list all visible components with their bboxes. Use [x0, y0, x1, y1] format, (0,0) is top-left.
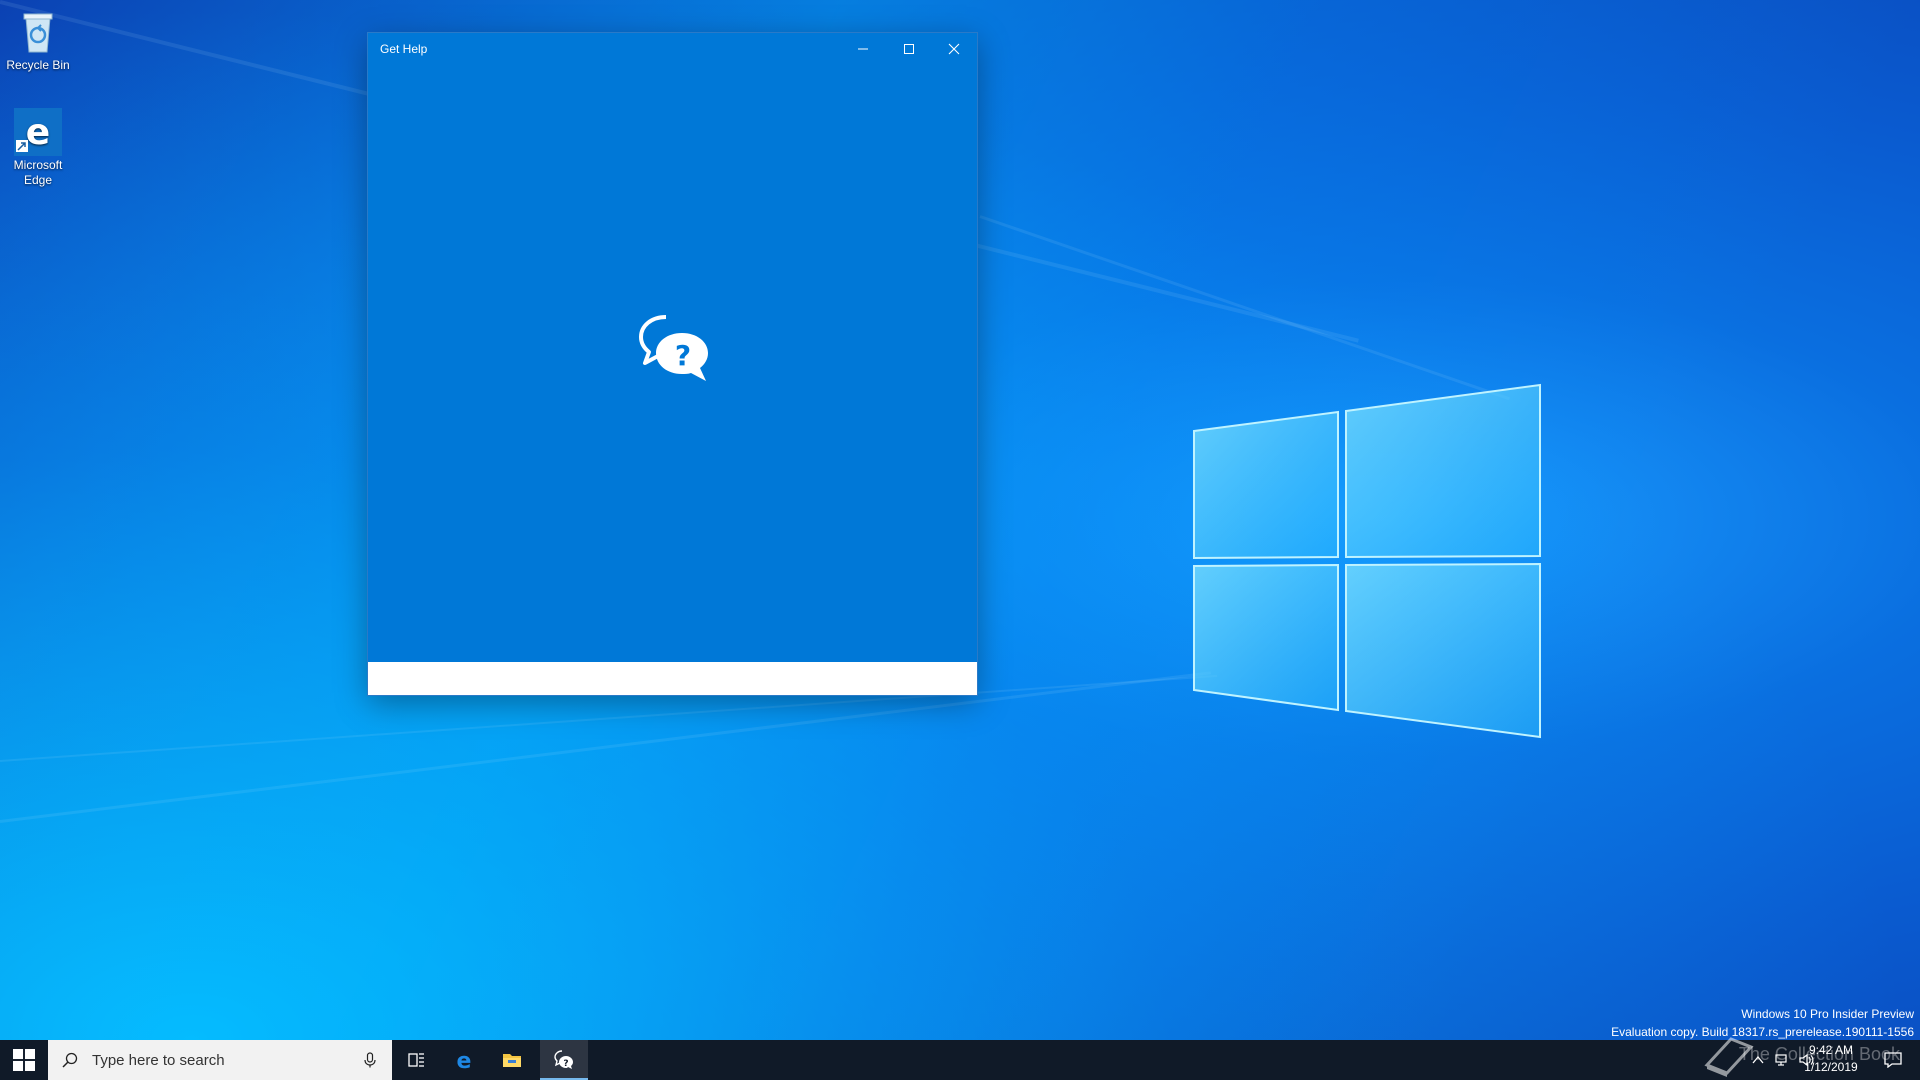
get-help-window[interactable]: Get Help ? [368, 33, 977, 695]
windows-logo-wallpaper [1190, 383, 1550, 745]
start-button[interactable] [0, 1040, 48, 1080]
chevron-up-icon[interactable] [1750, 1052, 1766, 1068]
window-titlebar[interactable]: Get Help [368, 33, 977, 65]
edge-icon: e [457, 1049, 472, 1071]
taskbar: e ? [0, 1040, 1920, 1080]
clock-date: 1/12/2019 [1804, 1060, 1858, 1074]
svg-text:e: e [26, 112, 50, 153]
desktop-icon-recycle-bin[interactable]: Recycle Bin [0, 8, 76, 73]
maximize-button[interactable] [886, 33, 932, 65]
taskbar-edge-button[interactable]: e [440, 1040, 488, 1080]
windows-start-icon [13, 1049, 35, 1071]
svg-text:?: ? [675, 339, 691, 372]
recycle-bin-icon [14, 8, 62, 56]
taskbar-get-help-button[interactable]: ? [540, 1040, 588, 1080]
clock-time: 9:42 AM [1808, 1043, 1854, 1057]
search-input[interactable] [90, 1050, 354, 1070]
taskbar-file-explorer-button[interactable] [488, 1040, 536, 1080]
action-center-icon[interactable] [1884, 1052, 1902, 1068]
search-icon [62, 1052, 78, 1068]
watermark-line2: Evaluation copy. Build 18317.rs_prerelea… [1611, 1025, 1914, 1039]
taskbar-search-box[interactable] [48, 1040, 392, 1080]
watermark-line1: Windows 10 Pro Insider Preview [1741, 1007, 1914, 1021]
evaluation-watermark: Windows 10 Pro Insider Preview Evaluatio… [1611, 1005, 1914, 1041]
task-view-button[interactable] [392, 1040, 440, 1080]
network-icon[interactable] [1774, 1052, 1790, 1068]
desktop-icon-microsoft-edge[interactable]: e Microsoft Edge [0, 108, 76, 188]
close-button[interactable] [931, 33, 977, 65]
close-icon [948, 43, 960, 55]
svg-text:e: e [457, 1049, 472, 1071]
window-title: Get Help [380, 42, 428, 56]
desktop-icon-label: Microsoft Edge [13, 158, 63, 187]
minimize-icon [858, 48, 868, 50]
file-explorer-icon [503, 1054, 521, 1067]
help-chat-icon: ? [636, 311, 712, 387]
maximize-icon [904, 44, 914, 54]
minimize-button[interactable] [840, 33, 886, 65]
task-view-icon [408, 1053, 424, 1067]
desktop-icon-label: Recycle Bin [6, 58, 70, 72]
svg-text:?: ? [563, 1059, 568, 1069]
window-bottom-strip [368, 662, 977, 695]
edge-icon: e [14, 108, 62, 156]
microphone-icon[interactable] [362, 1052, 378, 1068]
taskbar-clock[interactable]: 9:42 AM 1/12/2019 [1796, 1042, 1866, 1076]
get-help-icon: ? [554, 1050, 573, 1069]
